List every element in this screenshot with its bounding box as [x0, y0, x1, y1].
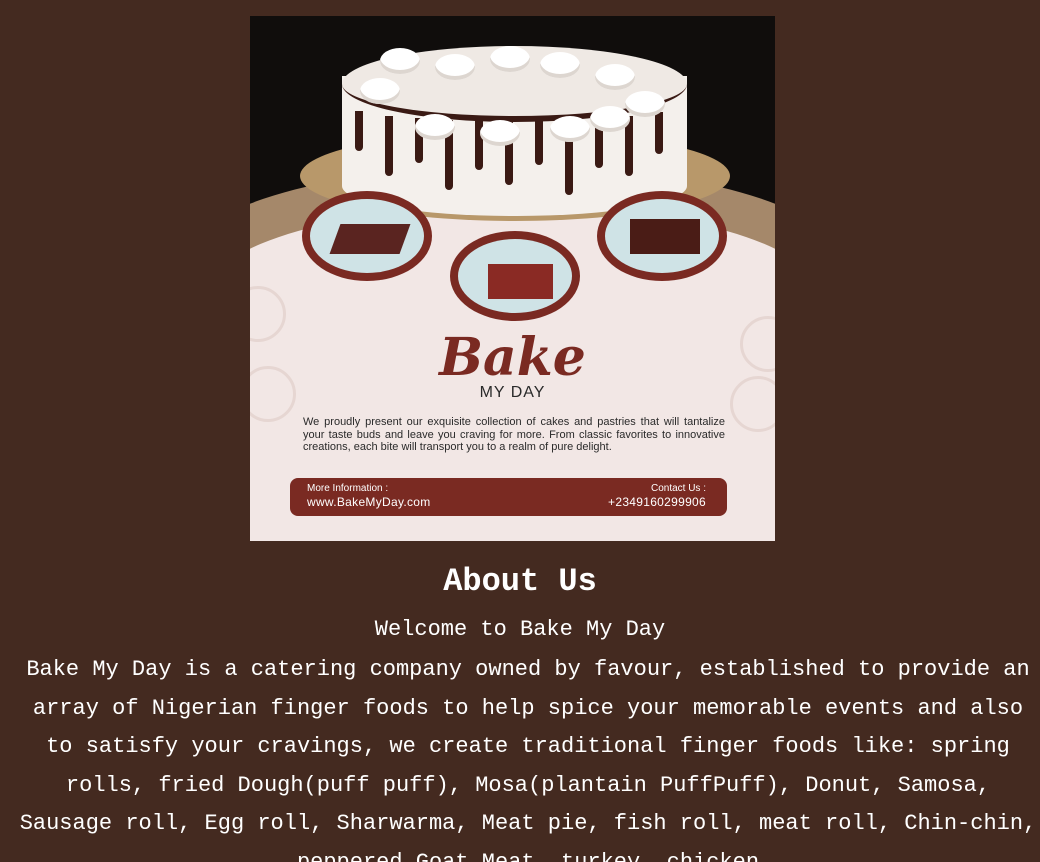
- cream-swirl: [435, 54, 475, 80]
- cream-swirl: [490, 46, 530, 72]
- website-text: www.BakeMyDay.com: [307, 495, 431, 509]
- poster-description: We proudly present our exquisite collect…: [303, 416, 725, 453]
- welcome-text: Welcome to Bake My Day: [374, 617, 666, 642]
- info-section: More Information : www.BakeMyDay.com: [307, 483, 431, 509]
- bake-my-day-poster: Bake MY DAY We proudly present our exqui…: [250, 16, 775, 541]
- cream-swirl: [360, 78, 400, 104]
- cream-swirl: [590, 106, 630, 132]
- info-label: More Information :: [307, 483, 389, 494]
- chocolate-drip: [355, 111, 363, 151]
- chocolate-drip: [655, 112, 663, 154]
- cream-swirl: [540, 52, 580, 78]
- poster-brand-title: Bake: [439, 327, 586, 388]
- poster-tagline: MY DAY: [479, 384, 546, 401]
- chocolate-drip: [385, 116, 393, 176]
- cream-swirl: [480, 120, 520, 146]
- cream-swirl: [415, 114, 455, 140]
- strawberry-brownie-photo: [597, 191, 727, 281]
- chocolate-drip: [535, 120, 543, 165]
- cream-swirl: [550, 116, 590, 142]
- contact-label: Contact Us :: [650, 483, 706, 494]
- about-description: Bake My Day is a catering company owned …: [19, 657, 1037, 862]
- phone-text: +2349160299906: [608, 495, 706, 509]
- chocolate-cake-slice-photo: [302, 191, 432, 281]
- red-velvet-slice-photo: [450, 231, 580, 321]
- contact-section: Contact Us : +2349160299906: [608, 483, 706, 509]
- poster-info-bar: More Information : www.BakeMyDay.com Con…: [290, 478, 727, 516]
- cream-swirl: [625, 91, 665, 117]
- cream-swirl: [380, 48, 420, 74]
- about-us-heading: About Us: [443, 563, 597, 600]
- cream-swirl: [595, 64, 635, 90]
